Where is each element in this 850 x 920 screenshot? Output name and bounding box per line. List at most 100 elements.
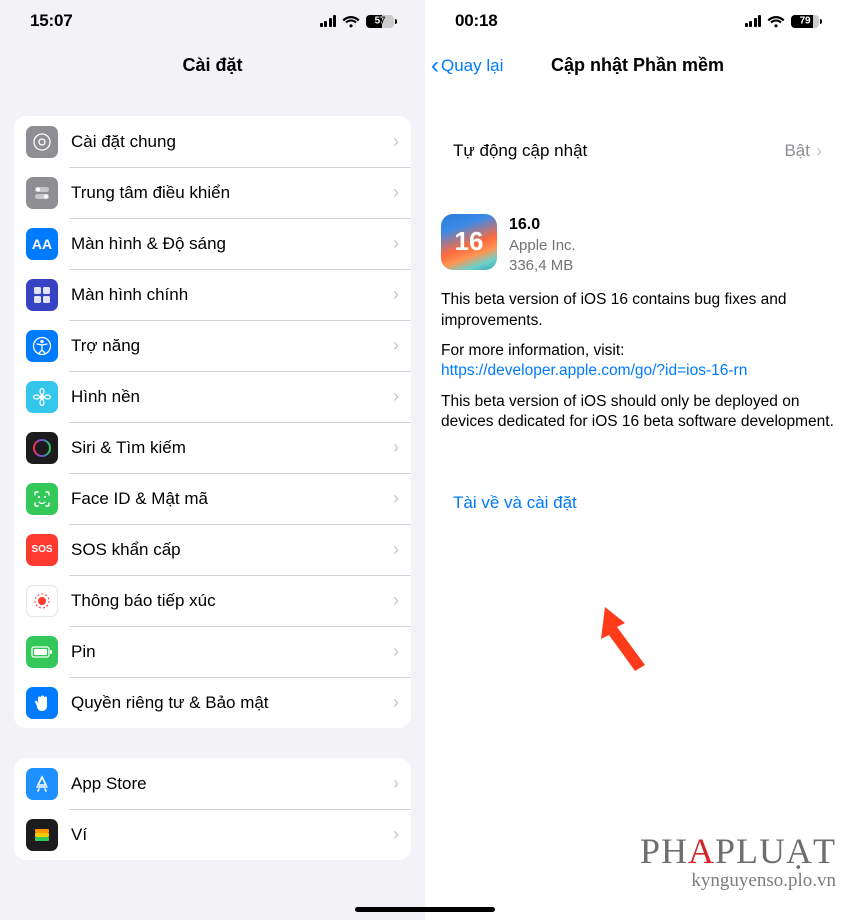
download-install-button[interactable]: Tài về và cài đặt	[439, 479, 836, 527]
row-label: SOS khẩn cấp	[71, 540, 393, 560]
home-grid-icon	[26, 279, 58, 311]
wifi-icon	[342, 15, 360, 28]
update-version: 16.0	[509, 214, 576, 236]
auto-update-row[interactable]: Tự động cập nhật Bật ›	[439, 126, 836, 176]
settings-row-wallpaper[interactable]: Hình nền›	[14, 371, 411, 422]
chevron-right-icon: ›	[393, 824, 399, 845]
row-label: Trung tâm điều khiển	[71, 183, 393, 203]
chevron-right-icon: ›	[393, 539, 399, 560]
row-label: Siri & Tìm kiếm	[71, 438, 393, 458]
hand-icon	[26, 687, 58, 719]
settings-list[interactable]: Cài đặt chung›Trung tâm điều khiển›AAMàn…	[0, 90, 425, 920]
home-indicator[interactable]	[355, 907, 495, 912]
accessibility-icon	[26, 330, 58, 362]
settings-row-sos[interactable]: SOS SOS khẩn cấp›	[14, 524, 411, 575]
row-label: Màn hình & Độ sáng	[71, 234, 393, 254]
release-notes-link[interactable]: https://developer.apple.com/go/?id=ios-1…	[441, 362, 747, 379]
settings-row-appstore[interactable]: App Store›	[14, 758, 411, 809]
row-label: Hình nền	[71, 387, 393, 407]
row-label: Thông báo tiếp xúc	[71, 591, 393, 611]
switches-icon	[26, 177, 58, 209]
chevron-right-icon: ›	[393, 641, 399, 662]
auto-update-value: Bật	[784, 141, 810, 161]
display-aa-icon: AA	[26, 228, 58, 260]
page-title: Cài đặt	[182, 55, 242, 76]
nav-bar-settings: Cài đặt	[0, 42, 425, 90]
flower-icon	[26, 381, 58, 413]
siri-icon	[26, 432, 58, 464]
row-label: Pin	[71, 642, 393, 662]
ios16-icon: 16	[441, 214, 497, 270]
cellular-signal-icon	[745, 15, 762, 27]
settings-screen: 15:07 57 Cài đặt Cài đặt chung›Trung tâm…	[0, 0, 425, 920]
row-label: Face ID & Mật mã	[71, 489, 393, 509]
battery-indicator: 57	[366, 15, 397, 28]
wallet-icon	[26, 819, 58, 851]
gear-icon	[26, 126, 58, 158]
auto-update-label: Tự động cập nhật	[453, 141, 784, 161]
faceid-icon	[26, 483, 58, 515]
wifi-icon	[767, 15, 785, 28]
update-vendor: Apple Inc.	[509, 236, 576, 256]
settings-row-exposure[interactable]: Thông báo tiếp xúc›	[14, 575, 411, 626]
nav-bar-update: ‹ Quay lại Cập nhật Phần mềm	[425, 42, 850, 90]
chevron-right-icon: ›	[393, 182, 399, 203]
auto-update-group: Tự động cập nhật Bật ›	[439, 126, 836, 176]
chevron-right-icon: ›	[816, 141, 822, 162]
settings-group: App Store›Ví›	[14, 758, 411, 860]
row-label: Quyền riêng tư & Bảo mật	[71, 693, 393, 713]
settings-row-home-screen[interactable]: Màn hình chính›	[14, 269, 411, 320]
update-content[interactable]: Tự động cập nhật Bật › 16 16.0 Apple Inc…	[425, 90, 850, 920]
settings-group: Cài đặt chung›Trung tâm điều khiển›AAMàn…	[14, 116, 411, 728]
chevron-right-icon: ›	[393, 386, 399, 407]
settings-row-battery[interactable]: Pin›	[14, 626, 411, 677]
watermark-url: kynguyenso.plo.vn	[640, 871, 836, 890]
update-size: 336,4 MB	[509, 256, 576, 276]
row-label: Cài đặt chung	[71, 132, 393, 152]
page-title: Cập nhật Phần mềm	[551, 55, 724, 76]
battery-indicator: 79	[791, 15, 822, 28]
update-more-info: For more information, visit: https://dev…	[441, 341, 834, 382]
row-label: Ví	[71, 825, 393, 845]
watermark-brand: PHAPLUẠT	[640, 833, 836, 869]
row-label: App Store	[71, 774, 393, 794]
settings-row-accessibility[interactable]: Trợ năng›	[14, 320, 411, 371]
update-header: 16 16.0 Apple Inc. 336,4 MB	[441, 214, 834, 276]
chevron-right-icon: ›	[393, 437, 399, 458]
update-description-2: This beta version of iOS should only be …	[441, 392, 834, 433]
chevron-right-icon: ›	[393, 233, 399, 254]
exposure-icon	[26, 585, 58, 617]
settings-row-faceid[interactable]: Face ID & Mật mã›	[14, 473, 411, 524]
settings-row-general[interactable]: Cài đặt chung›	[14, 116, 411, 167]
sos-icon: SOS	[26, 534, 58, 566]
chevron-left-icon: ‹	[431, 54, 439, 78]
cellular-signal-icon	[320, 15, 337, 27]
chevron-right-icon: ›	[393, 284, 399, 305]
settings-row-privacy[interactable]: Quyền riêng tư & Bảo mật›	[14, 677, 411, 728]
software-update-screen: 00:18 79 ‹ Quay lại Cập nhật Phần mềm T	[425, 0, 850, 920]
chevron-right-icon: ›	[393, 488, 399, 509]
chevron-right-icon: ›	[393, 335, 399, 356]
row-label: Màn hình chính	[71, 285, 393, 305]
settings-row-control-center[interactable]: Trung tâm điều khiển›	[14, 167, 411, 218]
status-bar: 00:18 79	[425, 0, 850, 42]
settings-row-siri[interactable]: Siri & Tìm kiếm›	[14, 422, 411, 473]
battery-icon	[26, 636, 58, 668]
update-description-1: This beta version of iOS 16 contains bug…	[441, 290, 834, 331]
chevron-right-icon: ›	[393, 692, 399, 713]
appstore-icon	[26, 768, 58, 800]
chevron-right-icon: ›	[393, 773, 399, 794]
status-bar: 15:07 57	[0, 0, 425, 42]
clock: 00:18	[455, 11, 497, 31]
settings-row-wallet[interactable]: Ví›	[14, 809, 411, 860]
chevron-right-icon: ›	[393, 590, 399, 611]
status-indicators: 57	[320, 15, 398, 28]
update-info-card: 16 16.0 Apple Inc. 336,4 MB This beta ve…	[439, 200, 836, 457]
status-indicators: 79	[745, 15, 823, 28]
back-button[interactable]: ‹ Quay lại	[431, 54, 503, 78]
chevron-right-icon: ›	[393, 131, 399, 152]
clock: 15:07	[30, 11, 72, 31]
settings-row-display[interactable]: AA Màn hình & Độ sáng›	[14, 218, 411, 269]
row-label: Trợ năng	[71, 336, 393, 356]
watermark: PHAPLUẠT kynguyenso.plo.vn	[640, 833, 836, 890]
